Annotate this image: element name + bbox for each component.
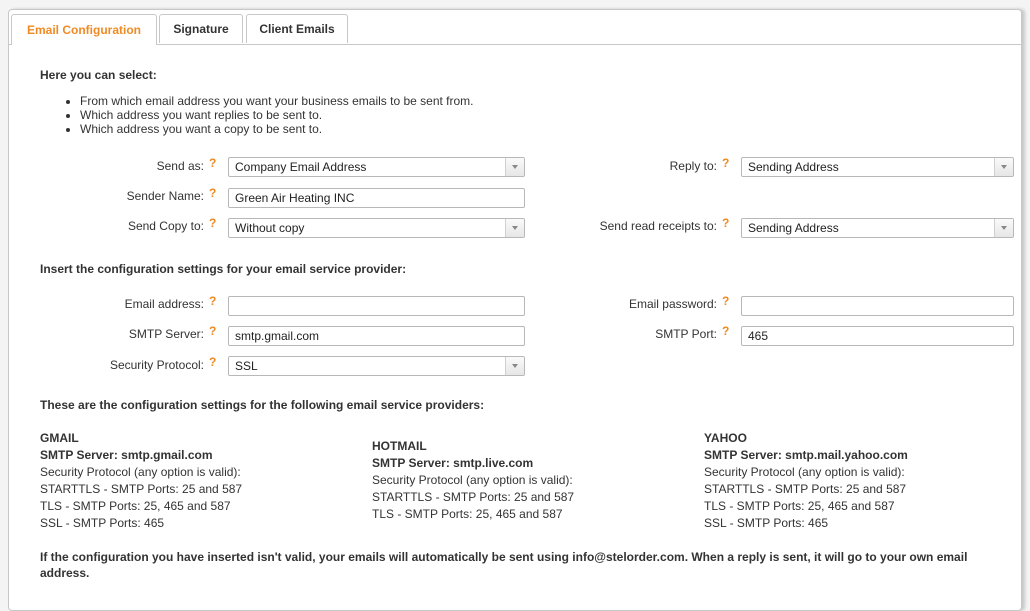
security-protocol-select[interactable]: SSL	[228, 356, 525, 376]
tab-email-configuration[interactable]: Email Configuration	[11, 14, 157, 45]
tab-bar: Email Configuration Signature Client Ema…	[9, 10, 1021, 45]
email-password-label: Email password:	[628, 297, 717, 311]
provider-config-heading: Insert the configuration settings for yo…	[40, 262, 407, 276]
help-icon[interactable]: ?	[209, 294, 216, 308]
chevron-down-icon	[505, 357, 524, 375]
send-as-value: Company Email Address	[235, 160, 367, 174]
email-address-label: Email address:	[124, 297, 204, 311]
chevron-down-icon	[994, 219, 1013, 237]
send-copy-to-select[interactable]: Without copy	[228, 218, 525, 238]
provider-server: SMTP Server: smtp.mail.yahoo.com	[704, 448, 908, 462]
read-receipts-value: Sending Address	[748, 221, 839, 235]
provider-line: STARTTLS - SMTP Ports: 25 and 587	[40, 482, 243, 496]
reply-to-label: Reply to:	[669, 159, 717, 173]
providers-heading: These are the configuration settings for…	[40, 398, 485, 412]
provider-hotmail: HOTMAIL SMTP Server: smtp.live.com Secur…	[372, 438, 574, 523]
chevron-down-icon	[994, 158, 1013, 176]
provider-line: Security Protocol (any option is valid):	[372, 473, 573, 487]
smtp-server-input[interactable]	[228, 326, 525, 346]
sender-name-label: Sender Name:	[126, 189, 204, 203]
provider-line: SSL - SMTP Ports: 465	[40, 516, 165, 530]
smtp-port-label: SMTP Port:	[655, 327, 717, 341]
provider-name: YAHOO	[704, 431, 747, 445]
provider-line: Security Protocol (any option is valid):	[704, 465, 905, 479]
intro-heading: Here you can select:	[40, 68, 157, 82]
help-icon[interactable]: ?	[722, 294, 729, 308]
help-icon[interactable]: ?	[209, 186, 216, 200]
read-receipts-select[interactable]: Sending Address	[741, 218, 1014, 238]
email-address-input[interactable]	[228, 296, 525, 316]
provider-line: TLS - SMTP Ports: 25, 465 and 587	[40, 499, 231, 513]
security-protocol-label: Security Protocol:	[109, 358, 204, 372]
provider-line: TLS - SMTP Ports: 25, 465 and 587	[372, 507, 563, 521]
reply-to-value: Sending Address	[748, 160, 839, 174]
tab-signature[interactable]: Signature	[159, 14, 243, 43]
provider-server: SMTP Server: smtp.live.com	[372, 456, 534, 470]
read-receipts-label: Send read receipts to:	[599, 219, 717, 233]
email-password-input[interactable]	[741, 296, 1014, 316]
security-protocol-value: SSL	[235, 359, 258, 373]
help-icon[interactable]: ?	[209, 216, 216, 230]
provider-gmail: GMAIL SMTP Server: smtp.gmail.com Securi…	[40, 430, 242, 532]
send-copy-to-value: Without copy	[235, 221, 305, 235]
intro-bullet: Which address you want a copy to be sent…	[80, 122, 474, 136]
provider-name: HOTMAIL	[372, 439, 427, 453]
send-as-label: Send as:	[156, 159, 204, 173]
smtp-port-input[interactable]	[741, 326, 1014, 346]
sender-name-input[interactable]	[228, 188, 525, 208]
help-icon[interactable]: ?	[722, 216, 729, 230]
provider-name: GMAIL	[40, 431, 79, 445]
intro-bullet: From which email address you want your b…	[80, 94, 474, 108]
intro-bullet-list: From which email address you want your b…	[40, 94, 474, 136]
reply-to-select[interactable]: Sending Address	[741, 157, 1014, 177]
provider-yahoo: YAHOO SMTP Server: smtp.mail.yahoo.com S…	[704, 430, 908, 532]
provider-server: SMTP Server: smtp.gmail.com	[40, 448, 213, 462]
provider-line: SSL - SMTP Ports: 465	[704, 516, 829, 530]
tab-client-emails[interactable]: Client Emails	[246, 14, 348, 43]
fallback-note: If the configuration you have inserted i…	[40, 550, 968, 580]
send-as-select[interactable]: Company Email Address	[228, 157, 525, 177]
help-icon[interactable]: ?	[209, 324, 216, 338]
help-icon[interactable]: ?	[209, 156, 216, 170]
provider-line: STARTTLS - SMTP Ports: 25 and 587	[704, 482, 907, 496]
intro-bullet: Which address you want replies to be sen…	[80, 108, 474, 122]
help-icon[interactable]: ?	[209, 355, 216, 369]
help-icon[interactable]: ?	[722, 324, 729, 338]
help-icon[interactable]: ?	[722, 156, 729, 170]
provider-line: STARTTLS - SMTP Ports: 25 and 587	[372, 490, 575, 504]
provider-line: TLS - SMTP Ports: 25, 465 and 587	[704, 499, 895, 513]
smtp-server-label: SMTP Server:	[128, 327, 204, 341]
send-copy-to-label: Send Copy to:	[127, 219, 204, 233]
provider-line: Security Protocol (any option is valid):	[40, 465, 241, 479]
